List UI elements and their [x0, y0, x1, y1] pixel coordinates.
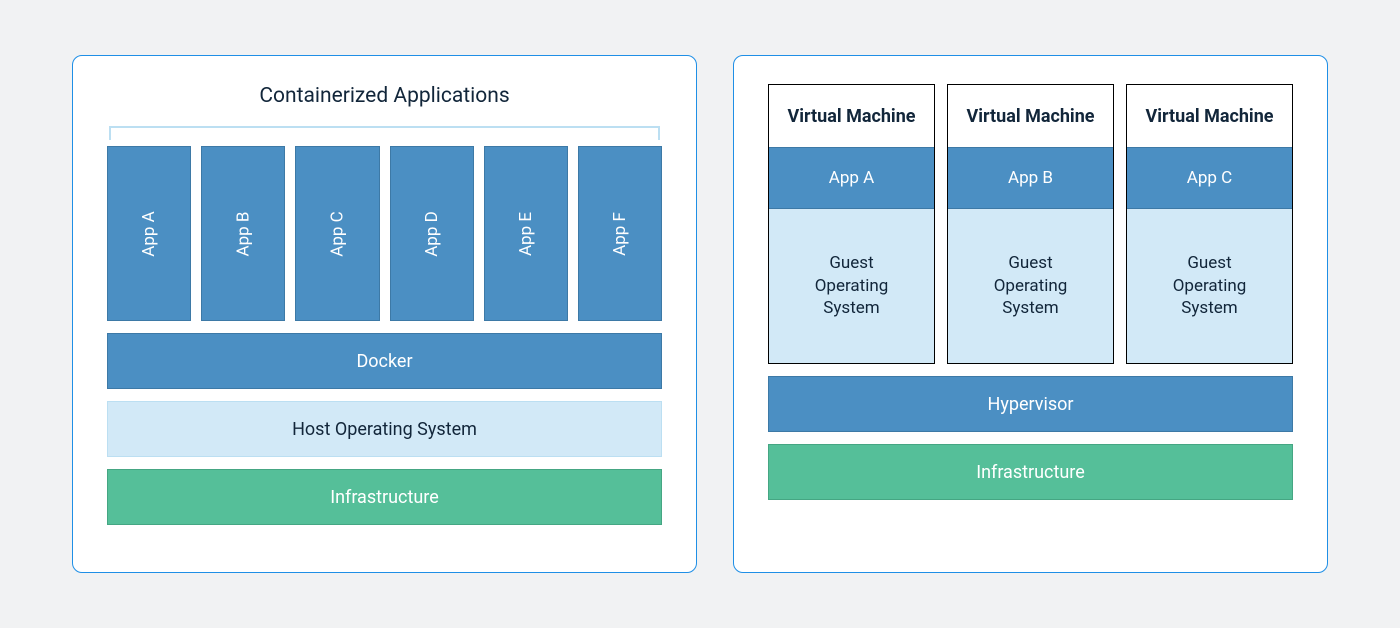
host-os-layer: Host Operating System: [107, 401, 662, 457]
vm-title: Virtual Machine: [1127, 85, 1292, 147]
apps-bracket: [109, 126, 660, 140]
virtual-machines-panel: Virtual Machine App A GuestOperatingSyst…: [733, 55, 1328, 573]
vm-app: App A: [769, 147, 934, 209]
app-box: App D: [390, 146, 474, 321]
app-box: App E: [484, 146, 568, 321]
vm-box: Virtual Machine App A GuestOperatingSyst…: [768, 84, 935, 364]
app-box: App B: [201, 146, 285, 321]
vm-guest-os: GuestOperatingSystem: [948, 209, 1113, 363]
vm-title: Virtual Machine: [948, 85, 1113, 147]
containerized-panel: Containerized Applications App A App B A…: [72, 55, 697, 573]
vm-title: Virtual Machine: [769, 85, 934, 147]
docker-layer: Docker: [107, 333, 662, 389]
app-label: App D: [422, 211, 442, 257]
apps-row: App A App B App C App D App E App F: [107, 146, 662, 321]
infrastructure-layer: Infrastructure: [768, 444, 1293, 500]
vms-row: Virtual Machine App A GuestOperatingSyst…: [768, 84, 1293, 364]
app-box: App F: [578, 146, 662, 321]
containerized-title: Containerized Applications: [107, 84, 662, 108]
infrastructure-layer: Infrastructure: [107, 469, 662, 525]
app-label: App A: [139, 211, 159, 257]
vm-box: Virtual Machine App C GuestOperatingSyst…: [1126, 84, 1293, 364]
app-box: App A: [107, 146, 191, 321]
vm-app: App C: [1127, 147, 1292, 209]
app-label: App B: [233, 211, 253, 256]
app-label: App C: [327, 211, 347, 256]
app-box: App C: [295, 146, 379, 321]
vm-app: App B: [948, 147, 1113, 209]
app-label: App F: [610, 212, 630, 256]
vm-guest-os: GuestOperatingSystem: [769, 209, 934, 363]
vm-guest-os: GuestOperatingSystem: [1127, 209, 1292, 363]
vm-box: Virtual Machine App B GuestOperatingSyst…: [947, 84, 1114, 364]
app-label: App E: [516, 211, 536, 255]
hypervisor-layer: Hypervisor: [768, 376, 1293, 432]
